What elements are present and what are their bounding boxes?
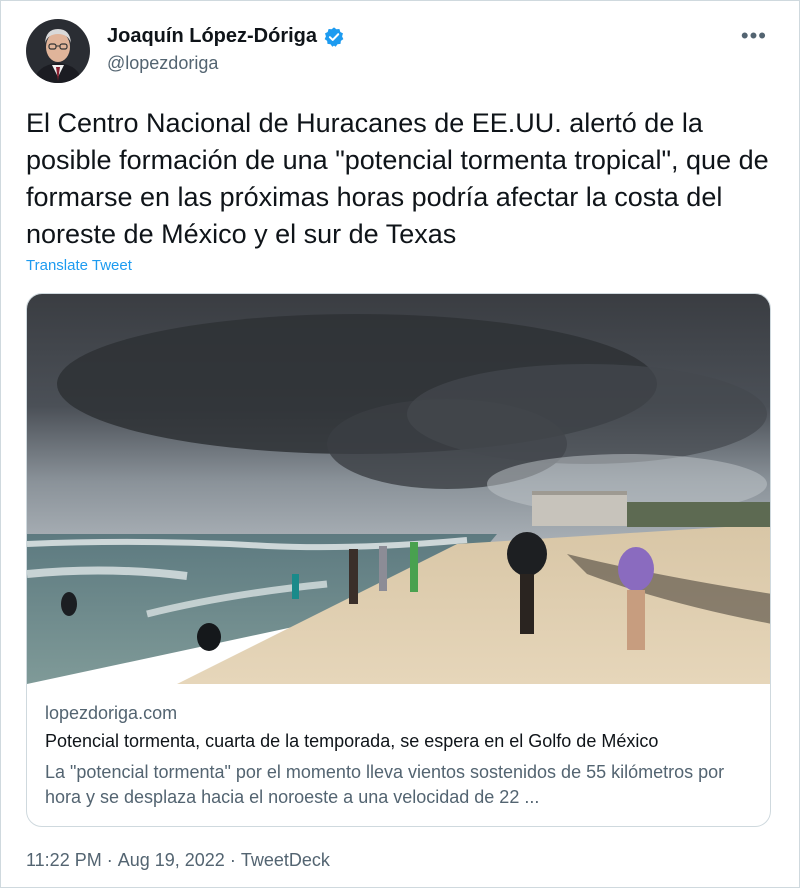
- tweet-source[interactable]: TweetDeck: [241, 850, 330, 871]
- meta-separator: ·: [229, 850, 236, 870]
- verified-badge-icon: [323, 26, 345, 48]
- tweet-time[interactable]: 11:22 PM: [26, 850, 102, 871]
- translate-tweet-link[interactable]: Translate Tweet: [26, 257, 132, 274]
- author-name[interactable]: Joaquín López-Dóriga: [107, 25, 317, 48]
- card-title: Potencial tormenta, cuarta de la tempora…: [45, 731, 659, 751]
- author-handle[interactable]: @lopezdoriga: [107, 53, 218, 74]
- tweet-text: El Centro Nacional de Huracanes de EE.UU…: [26, 108, 769, 249]
- card-description: La "potencial tormenta" por el momento l…: [45, 762, 725, 807]
- author-name-row[interactable]: Joaquín López-Dóriga: [107, 25, 345, 48]
- meta-separator: ·: [106, 850, 113, 870]
- card-image: [27, 294, 770, 684]
- avatar[interactable]: [26, 19, 90, 83]
- card-domain: lopezdoriga.com: [45, 703, 178, 723]
- link-card[interactable]: lopezdoriga.com Potencial tormenta, cuar…: [26, 293, 771, 827]
- tweet-date[interactable]: Aug 19, 2022: [118, 850, 225, 871]
- tweet-container: Joaquín López-Dóriga @lopezdoriga ••• El…: [0, 0, 800, 888]
- tweet-meta: 11:22 PM · Aug 19, 2022 · TweetDeck: [26, 850, 330, 871]
- more-horizontal-icon[interactable]: •••: [741, 23, 767, 49]
